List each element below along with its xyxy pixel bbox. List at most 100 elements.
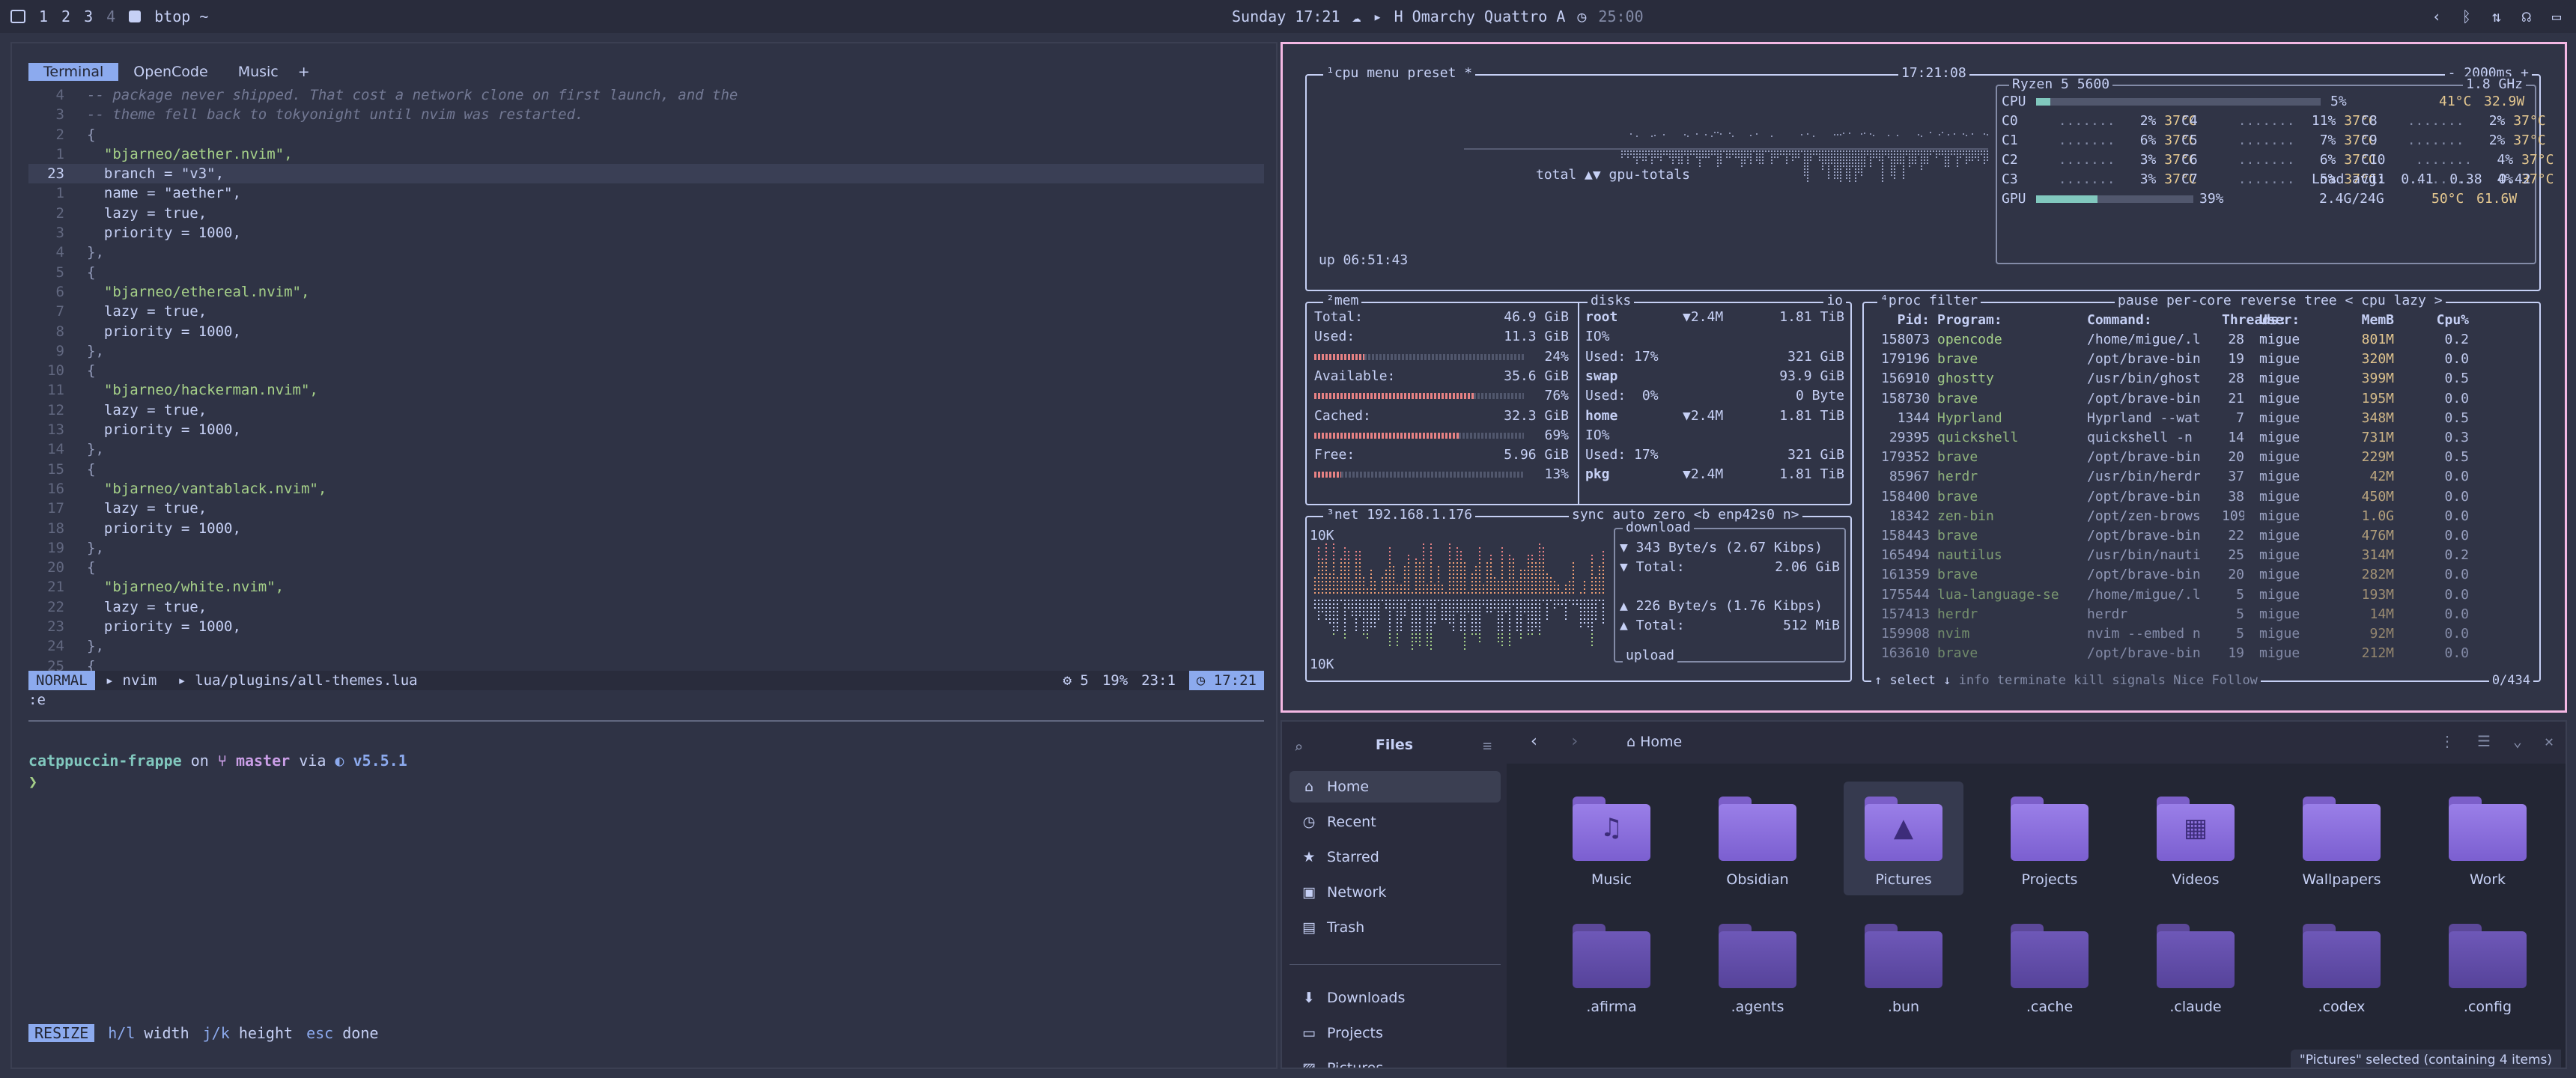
workspace-1[interactable]: 1 [39,7,48,25]
proc-row[interactable]: 157413 herdr herdr 5 migue 14M 0.0 [1870,605,2529,624]
nice-button[interactable]: Nice [2173,673,2204,688]
filter-button[interactable]: filter [1929,293,1978,308]
folder-dot-agents[interactable]: .agents [1698,909,1817,1023]
close-icon[interactable]: ✕ [2545,732,2554,750]
sidebar-item-home[interactable]: ⌂ Home [1289,771,1501,803]
chevron-down-icon[interactable]: ⌄ [2513,732,2522,750]
proc-row[interactable]: 159908 nvim nvim --embed n 5 migue 92M 0.0 [1870,624,2529,644]
proc-row[interactable]: 156910 ghostty/usr/bin/ghost 28 migue 399M 0.… [1870,369,2529,389]
menu-icon[interactable]: ≡ [1483,737,1492,755]
tab-terminal[interactable]: Terminal [28,63,119,81]
sidebar-item-recent[interactable]: ◷ Recent [1289,806,1501,838]
more-icon[interactable]: ⋮ [2440,732,2455,750]
files-window[interactable]: ⌕ Files ≡ ⌂ Home ◷ Recent ★ Starred ▣ Network ▤ T… [1281,720,2567,1069]
sidebar-item-projects[interactable]: ▭ Projects [1289,1017,1501,1049]
proc-column-header[interactable]: Command: [2087,311,2214,330]
pause-toggle[interactable]: pause [2118,293,2158,308]
proc-row[interactable]: 161359 brave/opt/brave-bin 20 migue 282M 0.0 [1870,565,2529,585]
net-label[interactable]: ³net [1326,507,1358,523]
proc-row[interactable]: 29395 quickshell quickshell -n 14 migue 731M 0… [1870,428,2529,448]
folder-work[interactable]: Work [2428,782,2548,895]
workspace-3[interactable]: 3 [84,7,93,25]
per-core-toggle[interactable]: per-core [2166,293,2232,308]
location-bar[interactable]: ⌂ Home [1626,734,1682,750]
kill-button[interactable]: kill [2074,673,2104,688]
proc-row[interactable]: 175544 lua-language-se/home/migue/.l 5 migu… [1870,585,2529,605]
sort-selector[interactable]: < cpu lazy > [2345,293,2442,308]
folder-music[interactable]: ♫ Music [1552,782,1671,895]
tab-music[interactable]: Music [223,63,294,81]
folder-dot-cache[interactable]: .cache [1990,909,2109,1023]
shell-prompt[interactable]: catppuccin-frappe on ⑂ master via ◐ v5.5… [28,750,407,792]
reverse-toggle[interactable]: reverse [2240,293,2297,308]
proc-label[interactable]: ⁴proc [1880,293,1921,308]
tree-toggle[interactable]: tree [2304,293,2336,308]
clock[interactable]: Sunday 17:21 [1232,7,1340,25]
code-editor[interactable]: 4 -- package never shipped. That cost a n… [28,85,1264,676]
timer[interactable]: 25:00 [1598,7,1643,25]
proc-row[interactable]: 158730 brave/opt/brave-bin 21 migue 195M 0.0 [1870,389,2529,409]
info-button[interactable]: info [1959,673,1990,688]
back-button[interactable]: ‹ [1529,732,1539,751]
tab-opencode[interactable]: OpenCode [118,63,222,81]
proc-row[interactable]: 158443 brave/opt/brave-bin 22 migue 476M 0.0 [1870,526,2529,546]
disks-label[interactable]: disks [1588,293,1635,308]
sidebar-item-starred[interactable]: ★ Starred [1289,841,1501,873]
command-line[interactable]: :e [28,692,46,708]
proc-row[interactable]: 85967 herdr/usr/bin/herdr 37 migue 42M 0.0 [1870,467,2529,487]
folder-videos[interactable]: ▦ Videos [2136,782,2255,895]
proc-row[interactable]: 179352 brave/opt/brave-bin 20 migue 229M 0.5 [1870,448,2529,467]
proc-column-header[interactable]: MemB [2334,311,2394,330]
sync-toggle[interactable]: sync [1572,507,1604,523]
io-label[interactable]: io [1823,293,1846,308]
view-icon[interactable]: ☰ [2477,732,2491,750]
folder-dot-afirma[interactable]: .afirma [1552,909,1671,1023]
folder-dot-config[interactable]: .config [2428,909,2548,1023]
proc-row[interactable]: 165494 nautilus/usr/bin/nauti 25 migue 314M 0… [1870,546,2529,565]
sidebar-item-pictures[interactable]: ▨ Pictures [1289,1053,1501,1068]
launcher-icon[interactable] [10,10,25,23]
proc-column-header[interactable]: Pid: [1870,311,1930,330]
btop-window[interactable]: ¹cpu menu preset * 17:21:08 - 2000ms + t… [1281,42,2567,713]
folder-obsidian[interactable]: Obsidian [1698,782,1817,895]
proc-row[interactable]: 158400 brave/opt/brave-bin 38 migue 450M 0.0 [1870,487,2529,507]
new-tab-button[interactable]: + [294,63,315,81]
terminate-button[interactable]: terminate [1997,673,2066,688]
proc-row[interactable]: 158073 opencode/home/migue/.l 28 migue 801M 0… [1870,330,2529,350]
sidebar-item-network[interactable]: ▣ Network [1289,877,1501,908]
folder-wallpapers[interactable]: Wallpapers [2282,782,2402,895]
folder-pictures[interactable]: ▲ Pictures [1844,782,1963,895]
workspace-4[interactable]: 4 [106,7,115,25]
interface-selector[interactable]: <b enp42s0 n> [1694,507,1799,523]
folder-dot-bun[interactable]: .bun [1844,909,1963,1023]
select-control[interactable]: ↑ select ↓ [1874,673,1951,688]
folder-dot-claude[interactable]: .claude [2136,909,2255,1023]
proc-row[interactable]: 18342 zen-bin/opt/zen-brows 109 migue 1.0G 0.… [1870,507,2529,526]
cpu-label[interactable]: ¹cpu [1326,65,1358,81]
chevron-left-icon[interactable]: ‹ [2432,7,2441,25]
forward-button[interactable]: › [1570,732,1579,751]
proc-column-header[interactable]: User: [2259,311,2327,330]
menu-button[interactable]: menu [1367,65,1399,81]
proc-row[interactable]: 179196 brave/opt/brave-bin 19 migue 320M 0.0 [1870,350,2529,369]
bluetooth-icon[interactable]: ᛒ [2462,7,2471,25]
headphones-icon[interactable]: ☊ [2522,7,2531,25]
network-icon[interactable]: ⇅ [2492,7,2501,25]
proc-column-header[interactable]: Cpu% [2424,311,2469,330]
folder-dot-codex[interactable]: .codex [2282,909,2402,1023]
follow-button[interactable]: Follow [2212,673,2258,688]
signals-button[interactable]: signals [2112,673,2166,688]
terminal-window[interactable]: Terminal OpenCode Music + 4 -- package ne… [10,42,1278,1069]
proc-row[interactable]: 163610 brave/opt/brave-bin 19 migue 212M 0.0 [1870,644,2529,663]
sidebar-item-downloads[interactable]: ⬇ Downloads [1289,982,1501,1014]
proc-column-header[interactable]: Program: [1937,311,2072,330]
media-title[interactable]: H Omarchy Quattro A [1394,7,1566,25]
play-icon[interactable]: ▸ [1373,7,1382,25]
mem-label[interactable]: ²mem [1323,293,1362,308]
workspace-2[interactable]: 2 [61,7,70,25]
folder-projects[interactable]: Projects [1990,782,2109,895]
preset-button[interactable]: preset * [1407,65,1472,81]
sidebar-item-trash[interactable]: ▤ Trash [1289,912,1501,943]
proc-row[interactable]: 1344 Hyprland Hyprland --wat 7 migue 348M 0.5 [1870,409,2529,428]
monitor-icon[interactable]: ▭ [2552,7,2561,25]
